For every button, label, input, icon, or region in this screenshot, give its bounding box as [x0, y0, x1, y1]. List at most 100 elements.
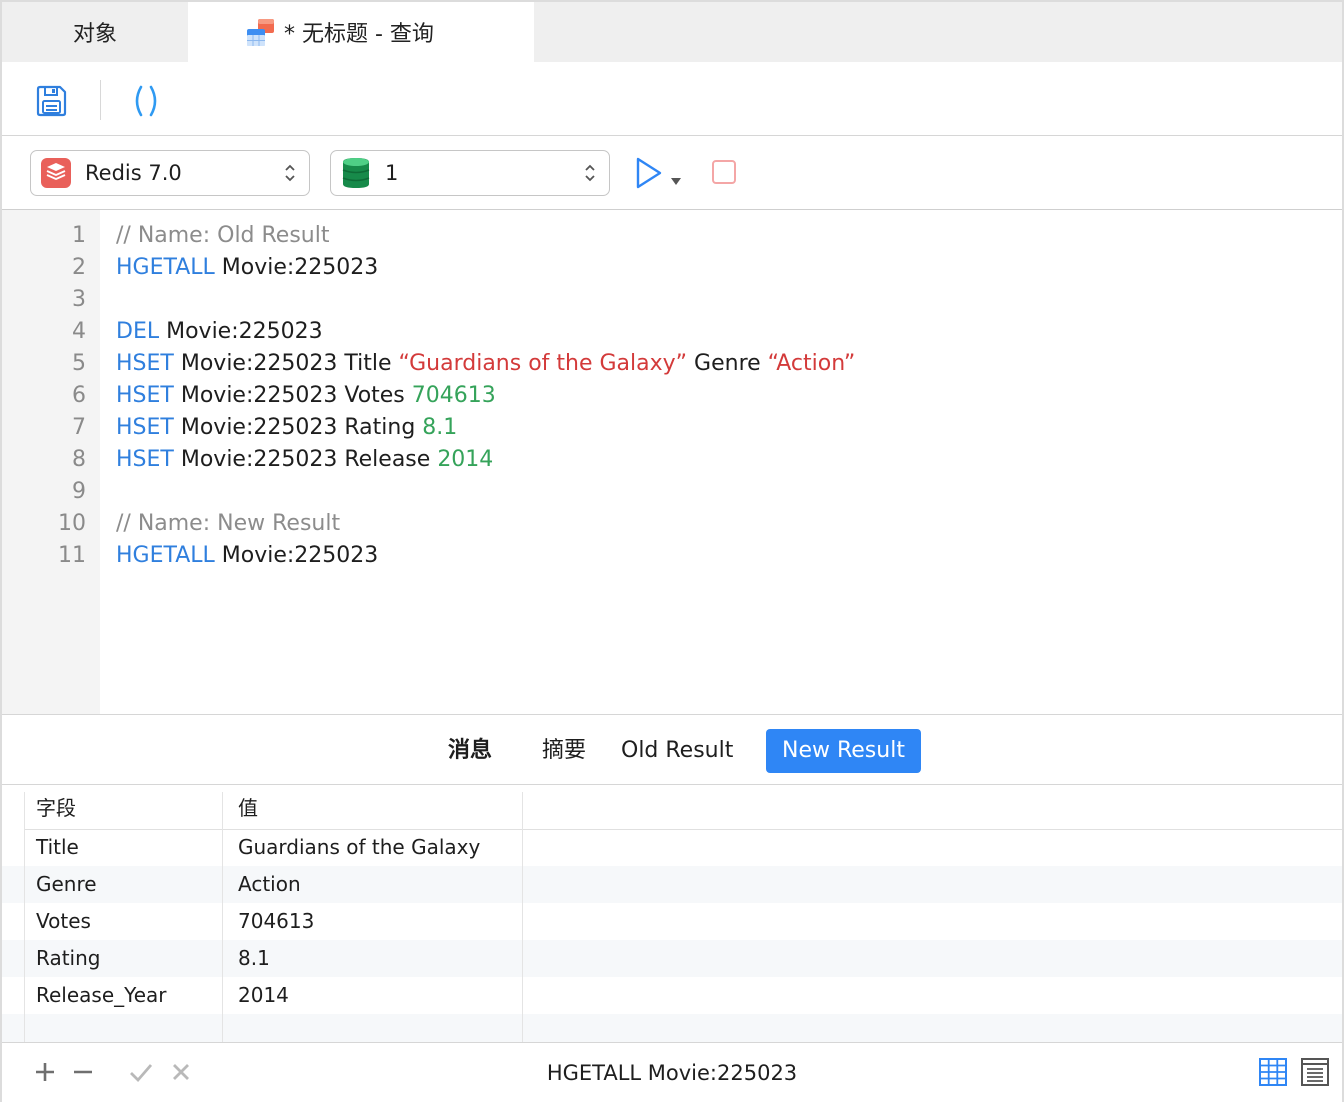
field-cell[interactable]: Votes [36, 903, 91, 940]
column-divider [24, 792, 25, 1042]
database-select[interactable]: 1 [330, 150, 610, 196]
code-token: 8.1 [422, 415, 458, 440]
code-token: // Name: New Result [116, 511, 341, 536]
code-line[interactable]: 6 HSET Movie:225023 Votes 704613 [2, 380, 1342, 412]
checkmark-icon [130, 1064, 153, 1083]
code-token: Movie:225023 [214, 255, 379, 280]
column-header-value[interactable]: 值 [238, 790, 258, 827]
value-cell[interactable]: Action [238, 866, 301, 903]
code-line[interactable]: 7 HSET Movie:225023 Rating 8.1 [2, 412, 1342, 444]
code-token: HSET [116, 415, 174, 440]
code-text: HSET Movie:225023 Votes 704613 [116, 380, 496, 412]
code-line[interactable]: 10 // Name: New Result [2, 508, 1342, 540]
beautify-button[interactable] [126, 82, 166, 120]
code-token: Movie:225023 Rating [173, 415, 423, 440]
dropdown-arrow-icon[interactable] [671, 178, 681, 185]
database-select-value: 1 [385, 161, 399, 185]
value-cell[interactable]: 8.1 [238, 940, 270, 977]
code-line[interactable]: 5 HSET Movie:225023 Title “Guardians of t… [2, 348, 1342, 380]
code-token: // Name: Old Result [116, 223, 330, 248]
tab-messages[interactable]: 消息 [448, 729, 492, 773]
code-token: Movie:225023 [159, 319, 323, 344]
status-query-text: HGETALL Movie:225023 [546, 1061, 798, 1085]
column-divider[interactable] [522, 792, 523, 1042]
apply-changes-button[interactable] [128, 1059, 154, 1085]
code-line[interactable]: 4 DEL Movie:225023 [2, 316, 1342, 348]
line-number: 3 [72, 287, 86, 312]
field-cell[interactable]: Genre [36, 866, 97, 903]
code-token: Movie:225023 Votes [173, 383, 412, 408]
form-view-button[interactable] [1300, 1057, 1330, 1087]
code-text: HSET Movie:225023 Release 2014 [116, 444, 493, 476]
code-text: DEL Movie:225023 [116, 316, 323, 348]
line-number: 9 [72, 479, 86, 504]
code-token: “Action” [767, 351, 856, 376]
value-cell[interactable]: 2014 [238, 977, 289, 1014]
tab-old-result[interactable]: Old Result [621, 729, 733, 773]
line-number: 8 [72, 447, 86, 472]
code-text: HSET Movie:225023 Rating 8.1 [116, 412, 457, 444]
sql-editor[interactable]: 1 // Name: Old Result 2 HGETALL Movie:22502… [2, 210, 1342, 714]
table-row[interactable]: Release_Year 2014 [2, 977, 1342, 1014]
code-line[interactable]: 9 [2, 476, 1342, 508]
minus-icon [74, 1070, 92, 1074]
grid-view-button[interactable] [1258, 1057, 1288, 1087]
code-token: HSET [116, 447, 174, 472]
query-window: 对象 * 无标题 - 查询 Redis 7.0 1 1 // Name: Old… [0, 0, 1344, 1102]
field-cell[interactable]: Title [36, 829, 79, 866]
code-token: DEL [116, 319, 160, 344]
code-line[interactable]: 3 [2, 284, 1342, 316]
tab-new-result[interactable]: New Result [766, 729, 921, 773]
column-header-field[interactable]: 字段 [36, 790, 76, 827]
code-line[interactable]: 8 HSET Movie:225023 Release 2014 [2, 444, 1342, 476]
delete-row-button[interactable] [70, 1059, 96, 1085]
tab-summary[interactable]: 摘要 [542, 729, 586, 773]
table-row[interactable]: Genre Action [2, 866, 1342, 903]
code-text: HGETALL Movie:225023 [116, 540, 378, 572]
code-token: 2014 [437, 447, 494, 472]
connection-select[interactable]: Redis 7.0 [30, 150, 310, 196]
connection-bar: Redis 7.0 1 [2, 136, 1342, 210]
column-divider[interactable] [222, 792, 223, 1042]
connection-select-value: Redis 7.0 [85, 161, 182, 185]
plus-icon [36, 1063, 54, 1081]
table-row[interactable]: Votes 704613 [2, 903, 1342, 940]
code-token: HGETALL [116, 543, 215, 568]
code-token: Movie:225023 [214, 543, 379, 568]
code-token: “Guardians of the Galaxy” [398, 351, 688, 376]
code-line[interactable]: 2 HGETALL Movie:225023 [2, 252, 1342, 284]
code-line[interactable]: 11 HGETALL Movie:225023 [2, 540, 1342, 572]
code-token: Genre [687, 351, 768, 376]
database-icon [341, 158, 371, 188]
redis-icon [41, 158, 71, 188]
tab-objects-label: 对象 [72, 22, 117, 47]
line-number: 7 [72, 415, 86, 440]
table-row[interactable]: Rating 8.1 [2, 940, 1342, 977]
stop-button[interactable] [710, 158, 738, 186]
field-cell[interactable]: Rating [36, 940, 100, 977]
code-line[interactable]: 1 // Name: Old Result [2, 220, 1342, 252]
toolbar [2, 62, 1342, 136]
code-text: HSET Movie:225023 Title “Guardians of th… [116, 348, 855, 380]
line-number: 2 [72, 255, 86, 280]
save-button[interactable] [32, 82, 70, 120]
tab-objects[interactable]: 对象 [2, 2, 188, 62]
line-number: 6 [72, 383, 86, 408]
line-number: 11 [58, 543, 86, 568]
parentheses-icon [135, 85, 157, 117]
table-row[interactable]: Title Guardians of the Galaxy [2, 829, 1342, 866]
result-tabs: 消息 摘要 Old Result New Result [2, 714, 1342, 785]
value-cell[interactable]: Guardians of the Galaxy [238, 829, 480, 866]
close-icon [173, 1064, 189, 1080]
code-text: // Name: New Result [116, 508, 340, 540]
line-number: 4 [72, 319, 86, 344]
discard-changes-button[interactable] [168, 1059, 194, 1085]
tab-query[interactable]: * 无标题 - 查询 [188, 2, 534, 62]
query-tab-icon [247, 19, 274, 46]
run-button[interactable] [634, 156, 688, 192]
save-icon [36, 85, 67, 117]
add-row-button[interactable] [32, 1059, 58, 1085]
field-cell[interactable]: Release_Year [36, 977, 167, 1014]
value-cell[interactable]: 704613 [238, 903, 314, 940]
line-number: 10 [58, 511, 86, 536]
